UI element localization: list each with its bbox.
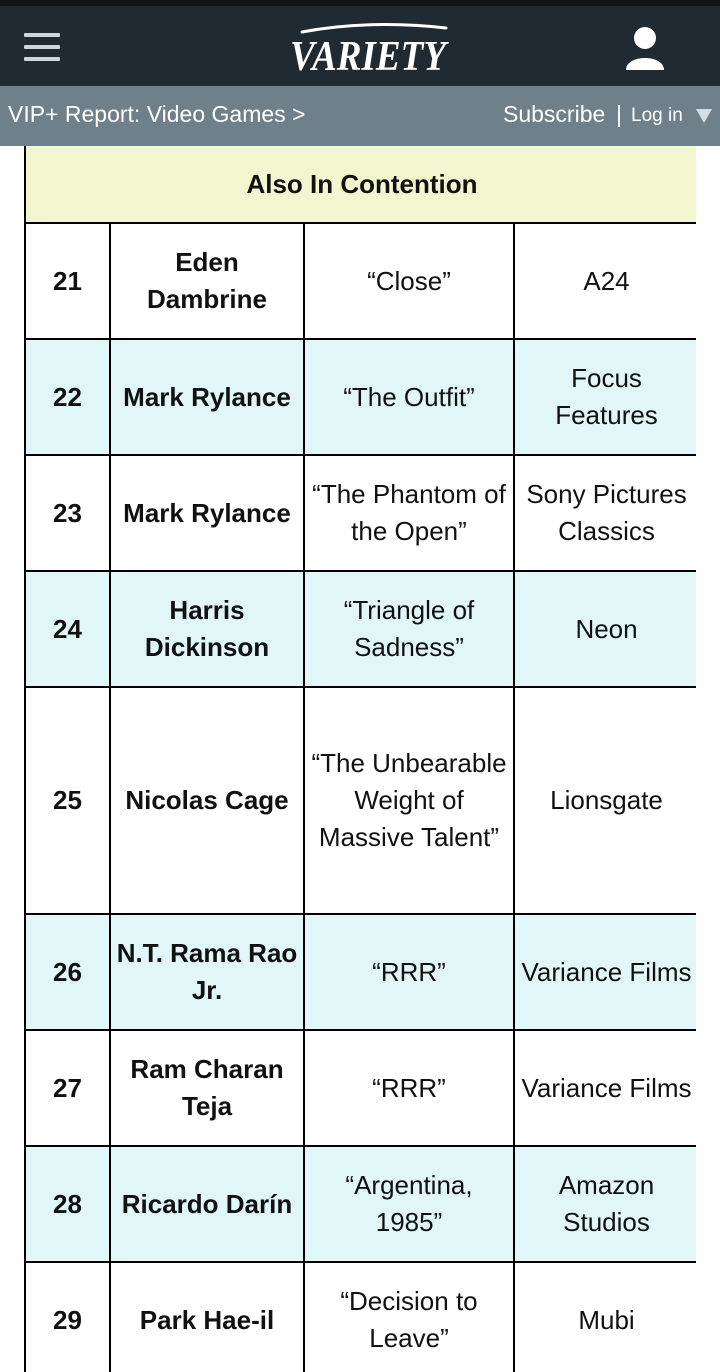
table-row: 25 Nicolas Cage “The Unbearable Weight o… [24, 686, 696, 915]
table-row: 23 Mark Rylance “The Phantom of the Open… [24, 454, 696, 572]
studio-cell: Mubi [512, 1261, 696, 1372]
table-row: 29 Park Hae-il “Decision to Leave” Mubi [24, 1261, 696, 1372]
actor-cell: Harris Dickinson [109, 570, 305, 688]
svg-text:VARIETY: VARIETY [290, 34, 449, 80]
film-cell: “Close” [303, 222, 515, 340]
studio-cell: Focus Features [512, 338, 696, 456]
studio-cell: Variance Films [512, 1029, 696, 1147]
table-row: 26 N.T. Rama Rao Jr. “RRR” Variance Film… [24, 913, 696, 1031]
actor-cell: Eden Dambrine [109, 222, 305, 340]
studio-cell: A24 [512, 222, 696, 340]
caret-down-icon[interactable] [695, 108, 713, 124]
rank-cell: 26 [24, 913, 111, 1031]
rank-cell: 23 [24, 454, 111, 572]
rank-cell: 22 [24, 338, 111, 456]
hamburger-menu-icon[interactable] [22, 30, 62, 64]
table-row: 22 Mark Rylance “The Outfit” Focus Featu… [24, 338, 696, 456]
film-cell: “RRR” [303, 913, 515, 1031]
rank-cell: 21 [24, 222, 111, 340]
actor-cell: N.T. Rama Rao Jr. [109, 913, 305, 1031]
rank-cell: 24 [24, 570, 111, 688]
film-cell: “RRR” [303, 1029, 515, 1147]
rank-cell: 25 [24, 686, 111, 915]
contention-table-container[interactable]: Also In Contention 21 Eden Dambrine “Clo… [24, 146, 696, 1372]
film-cell: “The Phantom of the Open” [303, 454, 515, 572]
variety-logo[interactable]: VARIETY [284, 18, 454, 80]
studio-cell: Amazon Studios [512, 1145, 696, 1263]
film-cell: “Argentina, 1985” [303, 1145, 515, 1263]
section-title: Also In Contention [24, 146, 696, 224]
table-row: 24 Harris Dickinson “Triangle of Sadness… [24, 570, 696, 688]
studio-cell: Sony Pictures Classics [512, 454, 696, 572]
table-row: 28 Ricardo Darín “Argentina, 1985” Amazo… [24, 1145, 696, 1263]
user-account-icon[interactable] [622, 24, 668, 70]
film-cell: “The Outfit” [303, 338, 515, 456]
studio-cell: Variance Films [512, 913, 696, 1031]
table-row: 21 Eden Dambrine “Close” A24 [24, 222, 696, 340]
subscribe-link[interactable]: Subscribe [503, 101, 605, 128]
table-row: 27 Ram Charan Teja “RRR” Variance Films [24, 1029, 696, 1147]
actor-cell: Ram Charan Teja [109, 1029, 305, 1147]
site-header: VARIETY [0, 6, 720, 86]
rank-cell: 28 [24, 1145, 111, 1263]
actor-cell: Ricardo Darín [109, 1145, 305, 1263]
film-cell: “Triangle of Sadness” [303, 570, 515, 688]
actor-cell: Park Hae-il [109, 1261, 305, 1372]
rank-cell: 27 [24, 1029, 111, 1147]
studio-cell: Neon [512, 570, 696, 688]
rank-cell: 29 [24, 1261, 111, 1372]
nav-separator: | [616, 101, 622, 127]
actor-cell: Nicolas Cage [109, 686, 305, 915]
sub-navigation-bar: VIP+ Report: Video Games > Subscribe | L… [0, 86, 720, 146]
film-cell: “The Unbearable Weight of Massive Talent… [303, 686, 515, 915]
actor-cell: Mark Rylance [109, 454, 305, 572]
contention-table: Also In Contention 21 Eden Dambrine “Clo… [24, 146, 696, 1372]
studio-cell: Lionsgate [512, 686, 696, 915]
film-cell: “Decision to Leave” [303, 1261, 515, 1372]
login-link[interactable]: Log in [631, 105, 683, 127]
vip-report-link[interactable]: VIP+ Report: Video Games > [8, 101, 305, 128]
actor-cell: Mark Rylance [109, 338, 305, 456]
